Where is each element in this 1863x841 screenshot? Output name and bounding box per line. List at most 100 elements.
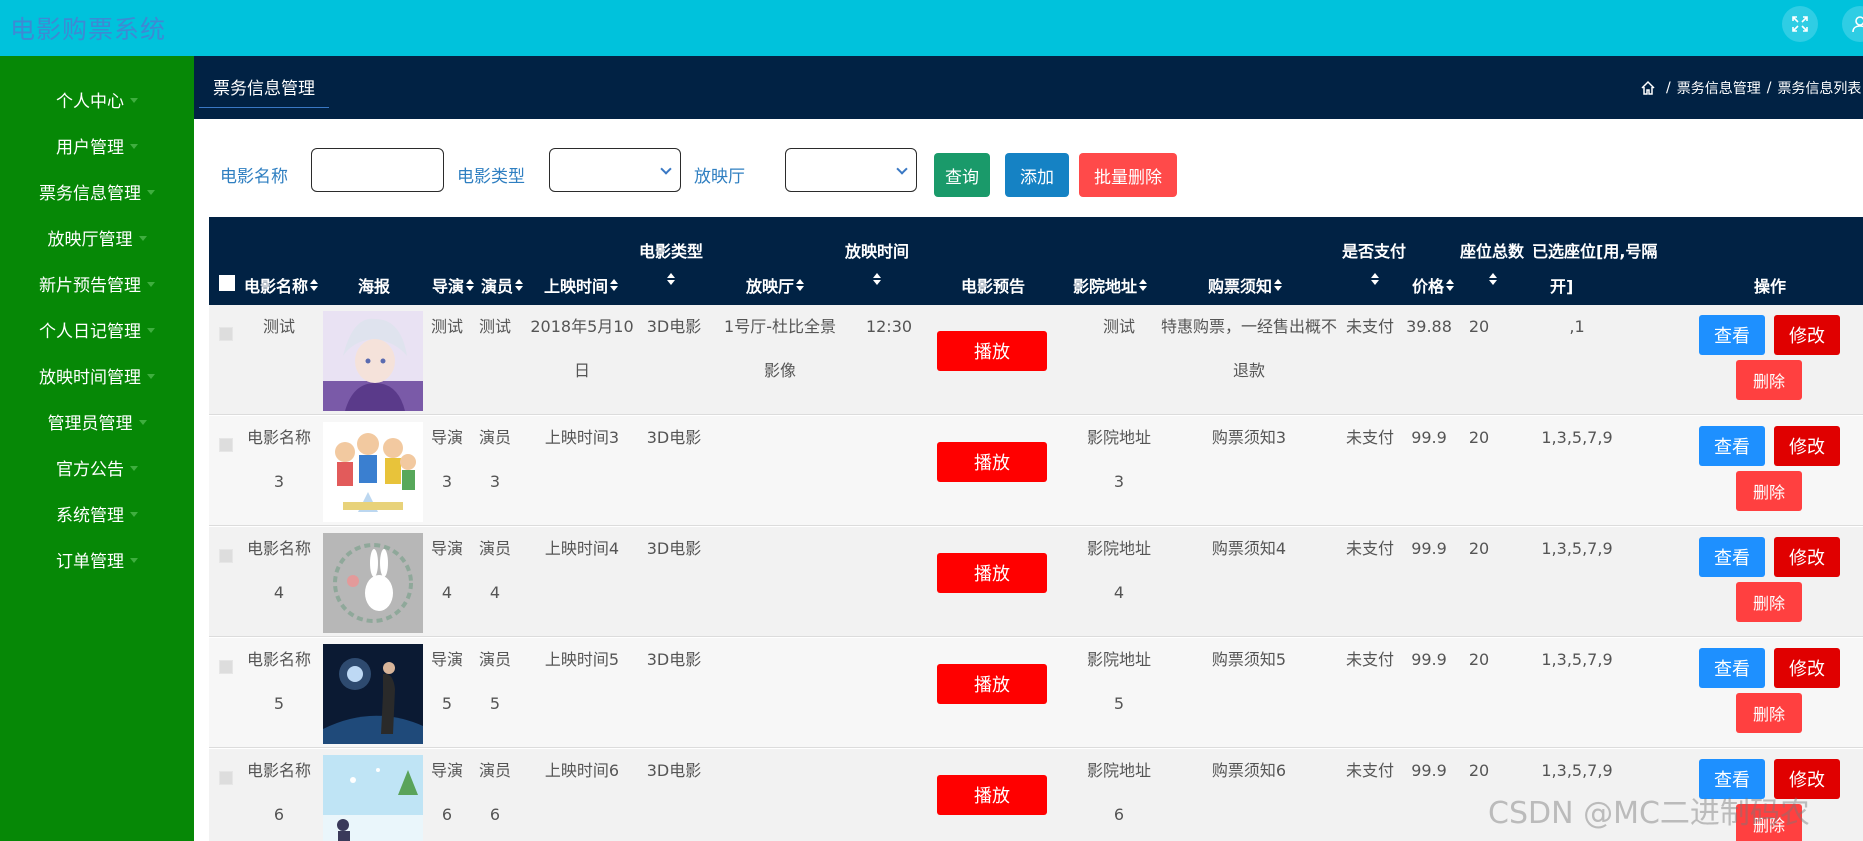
sidebar-item-label: 个人中心 bbox=[56, 91, 124, 112]
header-showtime-sort[interactable] bbox=[871, 273, 881, 285]
cell-name: 电影名称 4 bbox=[246, 539, 311, 602]
breadcrumb-item[interactable]: 票务信息管理 bbox=[1677, 78, 1761, 98]
cell-seats: 20 bbox=[1468, 761, 1490, 780]
header-type: 电影类型 bbox=[639, 242, 704, 261]
header-showtime: 放映时间 bbox=[845, 242, 910, 261]
header-poster: 海报 bbox=[358, 277, 391, 296]
sort-icon bbox=[1139, 279, 1148, 291]
cell-price: 99.9 bbox=[1411, 539, 1447, 558]
sidebar-item-halls[interactable]: 放映厅管理 bbox=[0, 217, 194, 257]
caret-down-icon bbox=[130, 143, 138, 149]
row-checkbox[interactable] bbox=[219, 549, 233, 563]
cell-notice: 特惠购票，一经售出概不 退款 bbox=[1160, 317, 1337, 380]
sidebar-item-label: 官方公告 bbox=[56, 459, 124, 480]
user-avatar-button[interactable] bbox=[1842, 6, 1863, 42]
cell-type: 3D电影 bbox=[646, 428, 702, 447]
home-icon[interactable] bbox=[1640, 80, 1656, 96]
delete-button[interactable]: 删除 bbox=[1736, 360, 1802, 400]
hall-select[interactable] bbox=[785, 148, 917, 192]
cell-selected-seats: 1,3,5,7,9 bbox=[1541, 539, 1613, 558]
header-name[interactable]: 电影名称 bbox=[244, 273, 319, 297]
cell-type: 3D电影 bbox=[646, 650, 702, 669]
sidebar-item-announcements[interactable]: 官方公告 bbox=[0, 447, 194, 487]
caret-down-icon bbox=[130, 511, 138, 517]
poster-image bbox=[323, 533, 423, 633]
sort-icon bbox=[1446, 279, 1455, 291]
delete-button[interactable]: 删除 bbox=[1736, 582, 1802, 622]
sidebar-item-personal-center[interactable]: 个人中心 bbox=[0, 79, 194, 119]
sidebar-item-diary[interactable]: 个人日记管理 bbox=[0, 309, 194, 349]
batch-delete-button[interactable]: 批量删除 bbox=[1079, 153, 1177, 197]
header-director[interactable]: 导演 bbox=[432, 273, 475, 297]
sidebar-item-trailers[interactable]: 新片预告管理 bbox=[0, 263, 194, 303]
sidebar-item-label: 系统管理 bbox=[56, 505, 124, 526]
view-button[interactable]: 查看 bbox=[1699, 537, 1765, 577]
row-checkbox[interactable] bbox=[219, 660, 233, 674]
header-notice[interactable]: 购票须知 bbox=[1208, 273, 1283, 297]
sidebar-item-tickets[interactable]: 票务信息管理 bbox=[0, 171, 194, 211]
cell-price: 39.88 bbox=[1406, 317, 1452, 336]
header-price[interactable]: 价格 bbox=[1412, 273, 1455, 297]
movie-name-input[interactable] bbox=[311, 148, 444, 192]
caret-down-icon bbox=[138, 235, 147, 241]
cell-type: 3D电影 bbox=[646, 761, 702, 780]
sort-icon bbox=[515, 279, 524, 291]
sidebar-item-label: 管理员管理 bbox=[47, 413, 133, 434]
cell-release: 上映时间3 bbox=[544, 428, 620, 447]
header-label: 电影名称 bbox=[244, 277, 309, 296]
play-trailer-button[interactable]: 播放 bbox=[937, 442, 1047, 482]
play-trailer-button[interactable]: 播放 bbox=[937, 775, 1047, 815]
sidebar-item-admins[interactable]: 管理员管理 bbox=[0, 401, 194, 441]
play-trailer-button[interactable]: 播放 bbox=[937, 331, 1047, 371]
cell-director: 导演 4 bbox=[430, 539, 463, 602]
edit-button[interactable]: 修改 bbox=[1774, 648, 1840, 688]
edit-button[interactable]: 修改 bbox=[1774, 426, 1840, 466]
view-button[interactable]: 查看 bbox=[1699, 426, 1765, 466]
caret-down-icon bbox=[147, 373, 155, 379]
header-address[interactable]: 影院地址 bbox=[1073, 273, 1148, 297]
fullscreen-button[interactable] bbox=[1782, 6, 1818, 42]
add-button[interactable]: 添加 bbox=[1005, 153, 1069, 197]
sidebar-item-system[interactable]: 系统管理 bbox=[0, 493, 194, 533]
table-row: 测试 测试 测试 2018年5月10 日 3D电影 1号厅-杜比全景 影像 12:3… bbox=[209, 305, 1863, 415]
sidebar-item-orders[interactable]: 订单管理 bbox=[0, 539, 194, 579]
cell-hall: 1号厅-杜比全景 影像 bbox=[724, 317, 836, 380]
movie-type-select[interactable] bbox=[549, 148, 681, 192]
caret-down-icon bbox=[130, 465, 138, 471]
edit-button[interactable]: 修改 bbox=[1774, 537, 1840, 577]
cell-selected-seats: 1,3,5,7,9 bbox=[1541, 428, 1613, 447]
app-title: 电影购票系统 bbox=[10, 15, 167, 44]
query-button[interactable]: 查询 bbox=[934, 153, 990, 197]
edit-button[interactable]: 修改 bbox=[1774, 315, 1840, 355]
cell-selected-seats: ,1 bbox=[1569, 317, 1585, 336]
view-button[interactable]: 查看 bbox=[1699, 648, 1765, 688]
row-checkbox[interactable] bbox=[219, 327, 233, 341]
cell-notice: 购票须知6 bbox=[1211, 761, 1287, 780]
cell-price: 99.9 bbox=[1411, 428, 1447, 447]
delete-button[interactable]: 删除 bbox=[1736, 693, 1802, 733]
view-button[interactable]: 查看 bbox=[1699, 315, 1765, 355]
delete-button[interactable]: 删除 bbox=[1736, 471, 1802, 511]
row-checkbox[interactable] bbox=[219, 771, 233, 785]
header-label: 购票须知 bbox=[1208, 277, 1273, 296]
play-trailer-button[interactable]: 播放 bbox=[937, 553, 1047, 593]
header-actor[interactable]: 演员 bbox=[481, 273, 524, 297]
cell-type: 3D电影 bbox=[646, 317, 702, 336]
row-checkbox[interactable] bbox=[219, 438, 233, 452]
select-all-checkbox[interactable] bbox=[219, 275, 235, 291]
header-release[interactable]: 上映时间 bbox=[544, 273, 619, 297]
sidebar-item-showtimes[interactable]: 放映时间管理 bbox=[0, 355, 194, 395]
header-type-sort[interactable] bbox=[665, 273, 675, 285]
header-paid-sort[interactable] bbox=[1369, 273, 1379, 285]
sub-header: 票务信息管理 / 票务信息管理 / 票务信息列表 bbox=[194, 56, 1863, 119]
play-trailer-button[interactable]: 播放 bbox=[937, 664, 1047, 704]
cell-showtime: 12:30 bbox=[865, 317, 913, 336]
cell-price: 99.9 bbox=[1411, 761, 1447, 780]
header-selected-cont: 开] bbox=[1550, 277, 1574, 296]
header-seats-sort[interactable] bbox=[1487, 273, 1497, 285]
sidebar-item-users[interactable]: 用户管理 bbox=[0, 125, 194, 165]
sidebar-item-label: 票务信息管理 bbox=[39, 183, 141, 204]
cell-seats: 20 bbox=[1468, 539, 1490, 558]
tab-ticket-management[interactable]: 票务信息管理 bbox=[199, 74, 329, 108]
header-hall[interactable]: 放映厅 bbox=[746, 273, 805, 297]
